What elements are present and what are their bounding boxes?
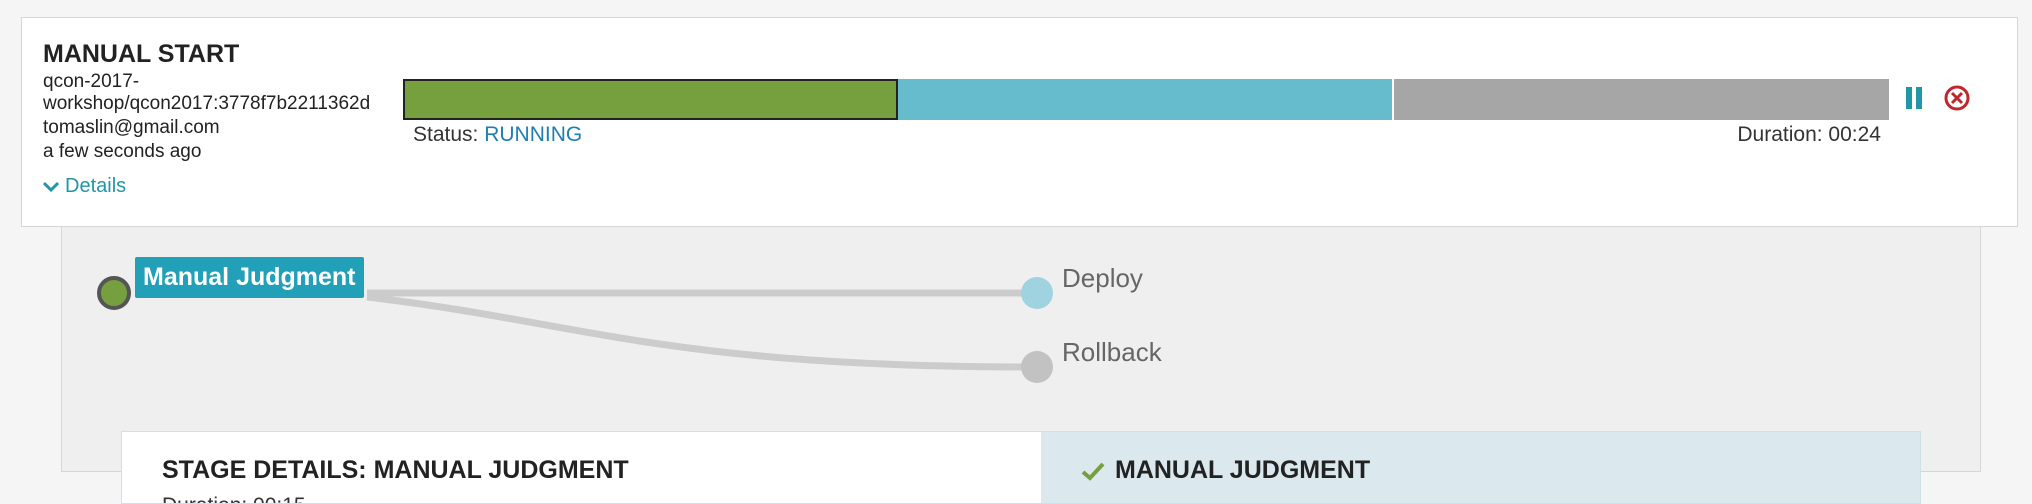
execution-card: MANUAL START qcon-2017- workshop/qcon201… <box>21 17 2018 227</box>
node-deploy <box>1021 277 1053 309</box>
pause-icon <box>1906 87 1912 109</box>
trigger-user: tomaslin@gmail.com <box>43 117 220 138</box>
trigger-time: a few seconds ago <box>43 141 202 162</box>
progress-segment-manual-judgment[interactable] <box>403 79 899 120</box>
stage-tab-manual-judgment[interactable]: MANUAL JUDGMENT <box>1041 432 1920 503</box>
stage-details-title: STAGE DETAILS: MANUAL JUDGMENT <box>162 456 629 484</box>
stage-details-summary: STAGE DETAILS: MANUAL JUDGMENT Duration:… <box>122 432 1041 503</box>
progress-segment-deploy[interactable] <box>898 79 1394 120</box>
progress-segment-rollback[interactable] <box>1393 79 1889 120</box>
status-line: Status: RUNNING <box>413 123 582 147</box>
cancel-circle-icon[interactable] <box>1942 83 1972 113</box>
check-icon <box>1081 462 1105 481</box>
chevron-down-icon <box>43 181 59 192</box>
edge-to-rollback <box>366 293 1038 371</box>
trigger-title: MANUAL START <box>43 40 240 68</box>
node-manual-judgment <box>97 276 131 310</box>
stage-details-panel: STAGE DETAILS: MANUAL JUDGMENT Duration:… <box>121 431 1921 504</box>
details-toggle[interactable]: Details <box>43 175 126 198</box>
rollback-stage-label[interactable]: Rollback <box>1062 337 1162 368</box>
manual-judgment-stage-label[interactable]: Manual Judgment <box>135 257 364 298</box>
deploy-stage-label[interactable]: Deploy <box>1062 263 1143 294</box>
trigger-repo-line-1: qcon-2017- <box>43 71 140 92</box>
stage-tab-title: MANUAL JUDGMENT <box>1081 456 1370 485</box>
pause-icon-bar <box>1916 87 1922 109</box>
stage-duration: Duration: 00:15 <box>162 494 306 503</box>
execution-progress-bar <box>403 79 1889 120</box>
status-value[interactable]: RUNNING <box>484 123 582 146</box>
stage-tab-label: MANUAL JUDGMENT <box>1115 456 1371 484</box>
node-rollback <box>1021 351 1053 383</box>
status-label: Status: <box>413 123 479 146</box>
pause-button[interactable] <box>1903 85 1925 111</box>
details-label: Details <box>65 175 127 197</box>
execution-duration: Duration: 00:24 <box>1737 123 1881 146</box>
trigger-repo-line-2: workshop/qcon2017:3778f7b2211362d <box>43 93 371 114</box>
